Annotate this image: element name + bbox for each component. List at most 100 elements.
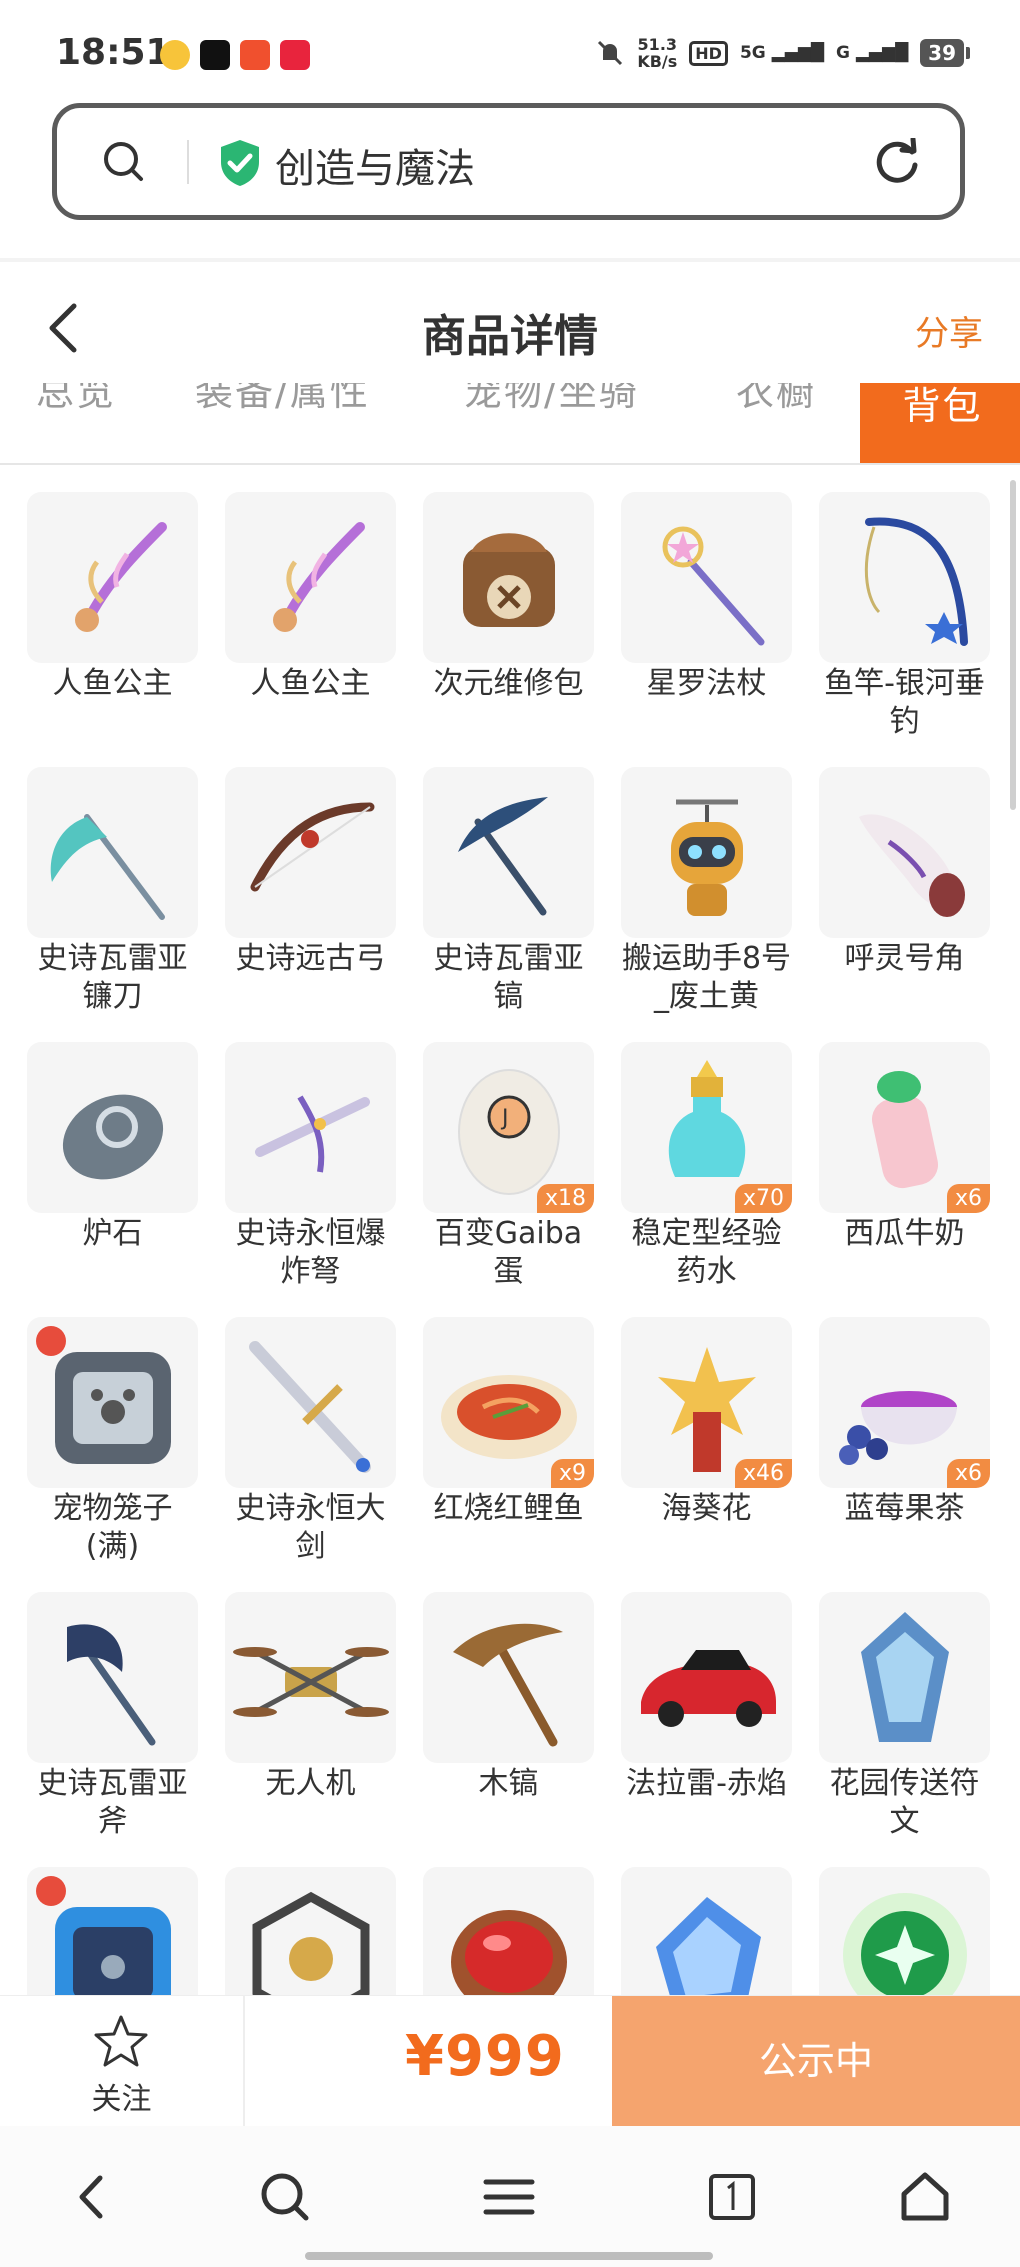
crossbow-icon (225, 1042, 396, 1213)
item-name: 花园传送符文 (829, 1766, 980, 1839)
item-card[interactable]: x6 西瓜牛奶 (819, 1042, 990, 1297)
share-button[interactable]: 分享 (915, 306, 983, 355)
item-name: 史诗永恒大剑 (235, 1491, 386, 1564)
home-indicator[interactable] (305, 2252, 713, 2260)
tab-backpack[interactable]: 背包 (860, 383, 1020, 463)
milk-bottle-icon: x6 (819, 1042, 990, 1213)
pink-staff-icon-art (273, 522, 365, 632)
nav-back-icon[interactable] (66, 2170, 120, 2224)
quantity-badge: x6 (946, 1459, 990, 1488)
item-card[interactable]: 史诗永恒大剑 (225, 1317, 396, 1572)
repair-bag-icon (423, 492, 594, 663)
item-name: 稳定型经验药水 (631, 1216, 782, 1289)
item-card[interactable]: x9 红烧红鲤鱼 (423, 1317, 594, 1572)
item-card[interactable]: 星罗法杖 (621, 492, 792, 747)
item-card[interactable]: 史诗永恒爆炸弩 (225, 1042, 396, 1297)
fishing-rod-icon (819, 492, 990, 663)
nav-home-icon[interactable] (898, 2170, 952, 2224)
item-name: 史诗瓦雷亚镰刀 (37, 941, 188, 1014)
fishing-rod-icon-art (864, 517, 968, 646)
item-card[interactable]: 宠物笼子(满) (27, 1317, 198, 1572)
item-card[interactable]: 法拉雷-赤焰 (621, 1592, 792, 1847)
red-car-icon (621, 1592, 792, 1763)
item-card[interactable]: 木镐 (423, 1592, 594, 1847)
shopping-app-icon (240, 40, 270, 70)
item-card[interactable]: 次元维修包 (423, 492, 594, 747)
follow-label: 关注 (91, 2082, 152, 2117)
item-card[interactable]: 搬运助手8号_废土黄 (621, 767, 792, 1022)
notification-icons (160, 40, 310, 70)
quantity-badge: x6 (946, 1184, 990, 1213)
robot-icon-art (671, 799, 743, 916)
nav-menu-icon[interactable] (482, 2170, 536, 2224)
net-speed-unit: KB/s (637, 52, 678, 71)
star-wand-icon-art (662, 526, 765, 646)
net-speed: 51.3 KB/s (637, 36, 677, 70)
search-query[interactable]: 创造与魔法 (275, 136, 475, 194)
item-name: 史诗瓦雷亚镐 (433, 941, 584, 1014)
item-name: 人鱼公主 (52, 666, 173, 701)
item-name: 搬运助手8号_废土黄 (621, 941, 792, 1014)
item-name: 百变Gaiba蛋 (434, 1216, 583, 1289)
tab-wardrobe[interactable]: 衣橱 (736, 383, 816, 416)
item-card[interactable]: 史诗瓦雷亚镰刀 (27, 767, 198, 1022)
quantity-badge: x18 (536, 1184, 594, 1213)
tab-equipment[interactable]: 装备/属性 (195, 383, 370, 416)
item-card[interactable]: 人鱼公主 (27, 492, 198, 747)
status-time: 18:51 (56, 32, 171, 73)
item-name: 无人机 (265, 1766, 356, 1801)
duck-app-icon (160, 40, 190, 70)
item-card[interactable]: x6 蓝莓果茶 (819, 1317, 990, 1572)
tab-pets[interactable]: 宠物/坐骑 (464, 383, 639, 416)
page-title: 商品详情 (422, 311, 598, 362)
drone-icon (225, 1592, 396, 1763)
wooden-pickaxe-icon (423, 1592, 594, 1763)
address-bar[interactable]: 创造与魔法 (52, 103, 965, 220)
nav-tabs-icon[interactable] (705, 2170, 759, 2224)
greatsword-icon-art (249, 1341, 371, 1473)
drone-icon-art (233, 1647, 389, 1717)
item-card[interactable]: x70 稳定型经验药水 (621, 1042, 792, 1297)
repair-bag-icon-art (463, 533, 555, 627)
star-icon (94, 2015, 148, 2067)
axe-icon (27, 1592, 198, 1763)
scrollbar[interactable] (1010, 480, 1016, 810)
refresh-icon[interactable] (872, 138, 922, 188)
quantity-badge: x46 (734, 1459, 792, 1488)
horn-icon-art (859, 814, 965, 917)
bow-icon-art (250, 802, 375, 892)
item-name: 鱼竿-银河垂钓 (824, 666, 985, 739)
horn-icon (819, 767, 990, 938)
item-name: 蓝莓果茶 (844, 1491, 965, 1526)
greatsword-icon (225, 1317, 396, 1488)
fish-dish-icon: x9 (423, 1317, 594, 1488)
axe-icon-art (67, 1624, 156, 1746)
bow-icon (225, 767, 396, 938)
search-icon[interactable] (102, 140, 144, 182)
browser-nav-bar (0, 2126, 1020, 2267)
status-button[interactable]: 公示中 (612, 1996, 1020, 2126)
item-card[interactable]: 史诗远古弓 (225, 767, 396, 1022)
item-name: 红烧红鲤鱼 (433, 1491, 584, 1526)
item-card[interactable]: 花园传送符文 (819, 1592, 990, 1847)
follow-button[interactable]: 关注 (0, 1996, 245, 2126)
item-card[interactable]: 鱼竿-银河垂钓 (819, 492, 990, 747)
tiktok-icon (200, 40, 230, 70)
hearthstone-icon-art (62, 1094, 164, 1180)
quantity-badge: x9 (550, 1459, 594, 1488)
item-card[interactable]: Jx18 百变Gaiba蛋 (423, 1042, 594, 1297)
search-divider (187, 140, 189, 184)
red-car-icon-art (641, 1650, 776, 1727)
nav-search-icon[interactable] (258, 2170, 312, 2224)
scythe-icon (27, 767, 198, 938)
item-card[interactable]: x46 海葵花 (621, 1317, 792, 1572)
item-card[interactable]: 史诗瓦雷亚斧 (27, 1592, 198, 1847)
item-card[interactable]: 炉石 (27, 1042, 198, 1297)
robot-icon (621, 767, 792, 938)
tab-overview[interactable]: 总览 (36, 383, 116, 416)
item-card[interactable]: 无人机 (225, 1592, 396, 1847)
potion-icon: x70 (621, 1042, 792, 1213)
item-card[interactable]: 史诗瓦雷亚镐 (423, 767, 594, 1022)
item-card[interactable]: 人鱼公主 (225, 492, 396, 747)
item-card[interactable]: 呼灵号角 (819, 767, 990, 1022)
